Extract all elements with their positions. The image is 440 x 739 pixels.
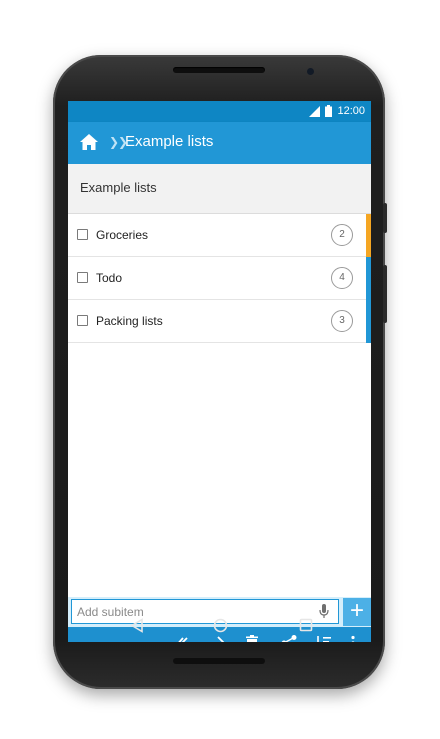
item-count-badge: 3 [331, 310, 353, 332]
volume-button [383, 265, 387, 323]
list-item[interactable]: Packing lists 3 [68, 300, 371, 343]
breadcrumb-title[interactable]: Example lists [125, 133, 213, 150]
front-camera [307, 68, 314, 75]
system-nav-bar [68, 605, 371, 647]
item-list: Groceries 2 Todo 4 Packing lists 3 [68, 214, 371, 343]
item-count-badge: 2 [331, 224, 353, 246]
list-item[interactable]: Todo 4 [68, 257, 371, 300]
back-triangle-icon[interactable] [130, 618, 144, 633]
screen: 12:00 ❯❯ Example lists Example lists Gro… [68, 101, 371, 642]
app-bar: ❯❯ Example lists [68, 122, 371, 164]
item-checkbox[interactable] [77, 315, 88, 326]
item-color-tag [366, 214, 371, 257]
status-bar: 12:00 [68, 101, 371, 122]
item-label: Todo [96, 271, 123, 285]
list-title: Example lists [80, 180, 157, 195]
item-count-badge: 4 [331, 267, 353, 289]
item-color-tag [366, 300, 371, 343]
status-time: 12:00 [337, 105, 365, 117]
home-icon[interactable] [80, 134, 98, 150]
list-header[interactable]: Example lists [68, 164, 371, 214]
top-speaker [173, 67, 265, 73]
item-checkbox[interactable] [77, 229, 88, 240]
item-color-tag [366, 257, 371, 300]
recents-square-icon[interactable] [299, 618, 313, 632]
signal-icon [309, 105, 321, 117]
item-label: Packing lists [96, 314, 163, 328]
list-item[interactable]: Groceries 2 [68, 214, 371, 257]
power-button [383, 203, 387, 233]
bottom-speaker [173, 658, 265, 664]
home-circle-icon[interactable] [213, 618, 228, 633]
item-label: Groceries [96, 228, 149, 242]
item-checkbox[interactable] [77, 272, 88, 283]
phone-frame: 12:00 ❯❯ Example lists Example lists Gro… [53, 55, 387, 689]
battery-icon [325, 105, 333, 117]
